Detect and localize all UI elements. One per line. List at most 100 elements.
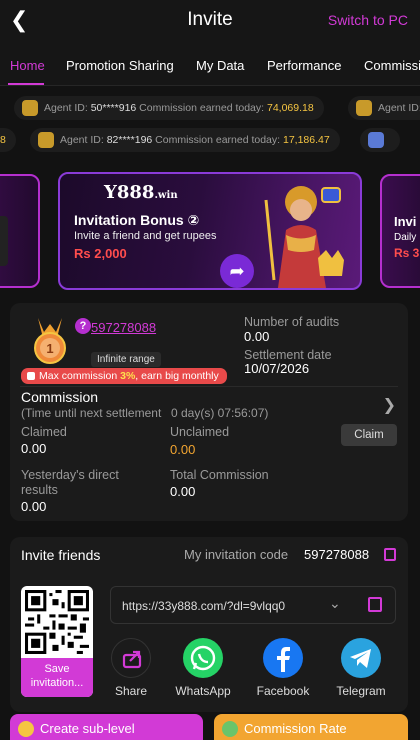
promo-carousel[interactable]: Y888.win Invitation Bonus ② Invite a fri… xyxy=(0,168,420,294)
unclaimed-label: Unclaimed xyxy=(170,425,230,439)
rate-icon xyxy=(222,721,238,737)
carousel-dot[interactable] xyxy=(260,289,266,290)
save-label: Save xyxy=(44,663,70,675)
invitation-code: 597278088 xyxy=(304,547,370,562)
divider xyxy=(20,386,398,387)
total-commission-label: Total Commission xyxy=(170,468,269,482)
tab-my-data[interactable]: My Data xyxy=(196,58,244,73)
telegram-button[interactable]: Telegram xyxy=(331,638,391,698)
invitation-link: https://33y888.com/?dl=9vlqq0 xyxy=(122,599,286,613)
earned-amount: 8 xyxy=(0,134,6,146)
earned-amount: 74,069.18 xyxy=(267,102,314,114)
next-banner-title: Invi xyxy=(394,214,417,229)
whatsapp-label: WhatsApp xyxy=(175,684,231,698)
agent-id: 82****196 xyxy=(106,134,153,146)
tab-commission[interactable]: Commissi xyxy=(364,58,420,73)
audits-label: Number of audits xyxy=(244,315,340,329)
telegram-icon xyxy=(341,638,381,678)
share-button[interactable]: Share xyxy=(101,638,161,698)
share-label: Share xyxy=(114,684,148,698)
commission-rate-button[interactable]: Commission Rate xyxy=(214,714,408,740)
earned-amount: 17,186.47 xyxy=(283,134,330,146)
svg-text:1: 1 xyxy=(46,341,53,356)
top-bar: ❮ Invite Switch to PC xyxy=(0,0,420,42)
active-tab-indicator xyxy=(8,83,44,85)
next-banner-amount: Rs 3 xyxy=(394,246,420,260)
carousel-dots xyxy=(230,282,284,290)
save-label-2: invitation... xyxy=(30,677,84,689)
share-icon xyxy=(111,638,151,678)
add-user-icon xyxy=(18,721,34,737)
banner-amount: Rs 2,000 xyxy=(74,246,127,261)
whatsapp-button[interactable]: WhatsApp xyxy=(173,638,233,698)
agent-code[interactable]: 597278088 xyxy=(91,320,156,335)
agent-avatar-icon xyxy=(22,100,38,116)
goddess-illustration xyxy=(264,186,344,288)
tab-promotion-sharing[interactable]: Promotion Sharing xyxy=(66,58,174,73)
invitation-bonus-banner[interactable]: Y888.win Invitation Bonus ② Invite a fri… xyxy=(58,172,362,290)
agent-avatar-icon xyxy=(368,132,384,148)
settlement-timer-value: 0 day(s) 07:56:07) xyxy=(171,406,269,420)
ticker-item: 8 xyxy=(0,128,16,152)
claimed-label: Claimed xyxy=(21,425,67,439)
earned-label: Commission earned today: xyxy=(139,102,265,114)
ticker-item xyxy=(360,128,400,152)
commission-card: 1 ? 597278088 Infinite range Max commiss… xyxy=(10,303,408,521)
qr-code xyxy=(25,590,89,654)
phone-graphic xyxy=(0,216,8,266)
ticker-item: Agent ID: 50****916 Commission earned to… xyxy=(14,96,324,120)
carousel-dot[interactable] xyxy=(272,289,278,290)
max-commission-badge: Max commission 3%, earn big monthly xyxy=(21,368,227,384)
agent-avatar-icon xyxy=(38,132,54,148)
level-medal-icon: 1 xyxy=(34,318,66,364)
invite-friends-card: Invite friends My invitation code 597278… xyxy=(10,537,408,712)
commission-rate-label: Commission Rate xyxy=(244,721,347,736)
help-icon[interactable]: ? xyxy=(75,318,91,334)
banner-title: Invitation Bonus ② xyxy=(74,212,200,228)
range-badge: Infinite range xyxy=(91,352,161,367)
commission-title[interactable]: Commission xyxy=(21,389,98,405)
yesterday-results-label-2: results xyxy=(21,483,58,497)
invitation-code-label: My invitation code xyxy=(184,547,289,562)
copy-code-icon[interactable] xyxy=(384,548,396,561)
prev-banner[interactable] xyxy=(0,174,40,288)
earned-label: Commission earned today: xyxy=(155,134,281,146)
tab-bar: Home Promotion Sharing My Data Performan… xyxy=(0,42,420,86)
tab-performance[interactable]: Performance xyxy=(267,58,341,73)
ticker-item: Agent ID: 82****196 Commission earned to… xyxy=(30,128,340,152)
settlement-date-label: Settlement date xyxy=(244,348,332,362)
audits-value: 0.00 xyxy=(244,329,270,344)
switch-to-pc-link[interactable]: Switch to PC xyxy=(328,12,408,28)
save-invitation-button[interactable]: Save invitation... xyxy=(21,658,93,697)
total-commission-value: 0.00 xyxy=(170,484,196,499)
invite-friends-title: Invite friends xyxy=(21,547,101,563)
settlement-timer-label: (Time until next settlement xyxy=(21,406,162,420)
chevron-right-icon[interactable]: ❯ xyxy=(383,395,396,415)
claimed-value: 0.00 xyxy=(21,441,47,456)
agent-label: Agent ID: xyxy=(60,134,104,146)
carousel-dot[interactable] xyxy=(242,289,254,290)
qr-code-card[interactable]: Save invitation... xyxy=(21,586,93,697)
brand-logo: Y888.win xyxy=(104,182,178,203)
facebook-label: Facebook xyxy=(256,684,310,698)
agent-label: Agent ID: xyxy=(378,102,420,114)
whatsapp-icon xyxy=(183,638,223,678)
chevron-down-icon[interactable]: ⌄ xyxy=(329,595,341,612)
create-sub-level-button[interactable]: Create sub-level xyxy=(10,714,203,740)
next-banner-subtitle: Daily xyxy=(394,232,417,243)
agent-avatar-icon xyxy=(356,100,372,116)
agent-label: Agent ID: xyxy=(44,102,88,114)
facebook-button[interactable]: Facebook xyxy=(253,638,313,698)
claim-button[interactable]: Claim xyxy=(341,424,397,446)
banner-subtitle: Invite a friend and get rupees xyxy=(74,230,217,242)
ticker-item: Agent ID: xyxy=(348,96,420,120)
unclaimed-value: 0.00 xyxy=(170,442,196,457)
create-sub-level-label: Create sub-level xyxy=(40,721,135,736)
next-banner[interactable]: Invi Daily Rs 3 xyxy=(380,174,420,288)
commission-ticker: Agent ID: 50****916 Commission earned to… xyxy=(0,90,420,154)
tab-home[interactable]: Home xyxy=(10,58,45,73)
carousel-dot[interactable] xyxy=(230,289,236,290)
invitation-link-select[interactable]: https://33y888.com/?dl=9vlqq0 ⌄ xyxy=(110,586,396,624)
agent-id: 50****916 xyxy=(90,102,137,114)
copy-link-icon[interactable] xyxy=(368,597,382,612)
